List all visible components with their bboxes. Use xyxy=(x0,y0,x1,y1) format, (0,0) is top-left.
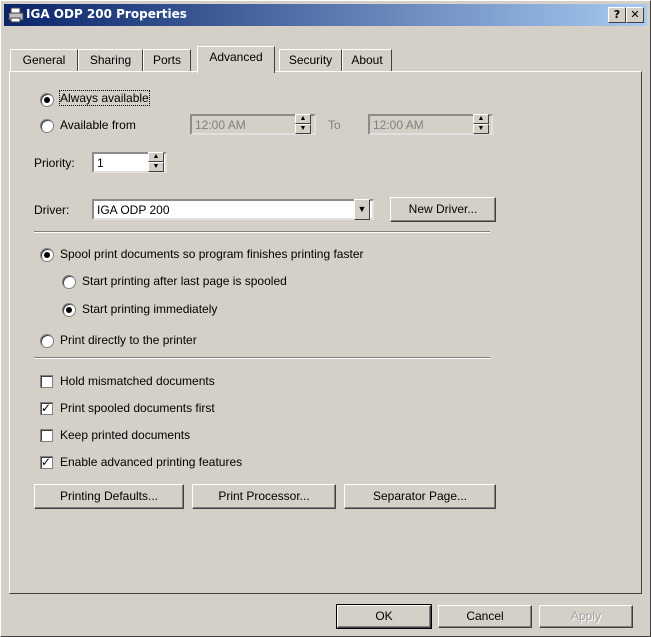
print-direct-radio[interactable] xyxy=(40,334,54,348)
available-from-radio[interactable] xyxy=(40,119,54,133)
from-time-spinner[interactable]: ▲ ▼ xyxy=(295,114,311,135)
properties-dialog: IGA ODP 200 Properties ? ✕ General Shari… xyxy=(0,0,651,637)
keep-printed-checkbox[interactable] xyxy=(40,429,53,442)
printer-icon xyxy=(8,7,24,23)
driver-dropdown-button[interactable]: ▼ xyxy=(354,199,370,220)
advanced-panel: Always available Available from 12:00 AM… xyxy=(9,71,642,594)
always-available-label[interactable]: Always available xyxy=(59,90,150,106)
apply-button[interactable]: Apply xyxy=(539,605,633,628)
printing-defaults-button[interactable]: Printing Defaults... xyxy=(34,484,184,509)
checkmark-icon: ✓ xyxy=(41,401,52,415)
print-spooled-first-checkbox[interactable]: ✓ xyxy=(40,401,53,415)
chevron-down-icon[interactable]: ▼ xyxy=(354,199,370,220)
tab-about[interactable]: About xyxy=(342,49,392,71)
print-processor-button[interactable]: Print Processor... xyxy=(192,484,336,509)
help-button[interactable]: ? xyxy=(608,7,626,23)
spool-label[interactable]: Spool print documents so program finishe… xyxy=(60,247,364,261)
enable-advanced-label[interactable]: Enable advanced printing features xyxy=(60,455,242,469)
spin-up-icon[interactable]: ▲ xyxy=(473,114,489,124)
spin-down-icon[interactable]: ▼ xyxy=(148,162,164,172)
driver-select[interactable]: IGA ODP 200 xyxy=(92,199,374,220)
priority-label: Priority: xyxy=(34,156,75,170)
new-driver-button[interactable]: New Driver... xyxy=(390,197,496,222)
hold-mismatched-checkbox[interactable] xyxy=(40,375,53,388)
start-after-last-radio[interactable] xyxy=(62,275,76,289)
hold-mismatched-label[interactable]: Hold mismatched documents xyxy=(60,374,215,388)
always-available-radio[interactable] xyxy=(40,93,54,107)
print-direct-label[interactable]: Print directly to the printer xyxy=(60,333,197,347)
to-time-spinner[interactable]: ▲ ▼ xyxy=(473,114,489,135)
title-bar[interactable]: IGA ODP 200 Properties ? ✕ xyxy=(4,4,647,26)
close-button[interactable]: ✕ xyxy=(626,7,644,23)
priority-spinner[interactable]: ▲ ▼ xyxy=(148,152,164,173)
available-from-label[interactable]: Available from xyxy=(60,118,136,132)
driver-label: Driver: xyxy=(34,203,70,217)
separator-page-button[interactable]: Separator Page... xyxy=(344,484,496,509)
keep-printed-label[interactable]: Keep printed documents xyxy=(60,428,190,442)
tab-general[interactable]: General xyxy=(10,49,78,71)
tab-advanced[interactable]: Advanced xyxy=(197,46,275,73)
separator-line xyxy=(34,357,490,359)
tab-security[interactable]: Security xyxy=(279,49,342,71)
print-spooled-first-label[interactable]: Print spooled documents first xyxy=(60,401,215,415)
enable-advanced-checkbox[interactable]: ✓ xyxy=(40,455,53,469)
checkmark-icon: ✓ xyxy=(41,455,52,469)
start-immediately-radio[interactable] xyxy=(62,303,76,317)
spin-down-icon[interactable]: ▼ xyxy=(295,124,311,134)
spin-up-icon[interactable]: ▲ xyxy=(148,152,164,162)
spin-up-icon[interactable]: ▲ xyxy=(295,114,311,124)
separator-line xyxy=(34,231,490,233)
spin-down-icon[interactable]: ▼ xyxy=(473,124,489,134)
cancel-button[interactable]: Cancel xyxy=(438,605,532,628)
window-title: IGA ODP 200 Properties xyxy=(26,7,187,21)
start-immediately-label[interactable]: Start printing immediately xyxy=(82,302,217,316)
tab-sharing[interactable]: Sharing xyxy=(78,49,143,71)
tab-ports[interactable]: Ports xyxy=(143,49,191,71)
start-after-last-label[interactable]: Start printing after last page is spoole… xyxy=(82,274,287,288)
spool-radio[interactable] xyxy=(40,248,54,262)
ok-button[interactable]: OK xyxy=(336,604,432,629)
to-label: To xyxy=(328,118,341,132)
